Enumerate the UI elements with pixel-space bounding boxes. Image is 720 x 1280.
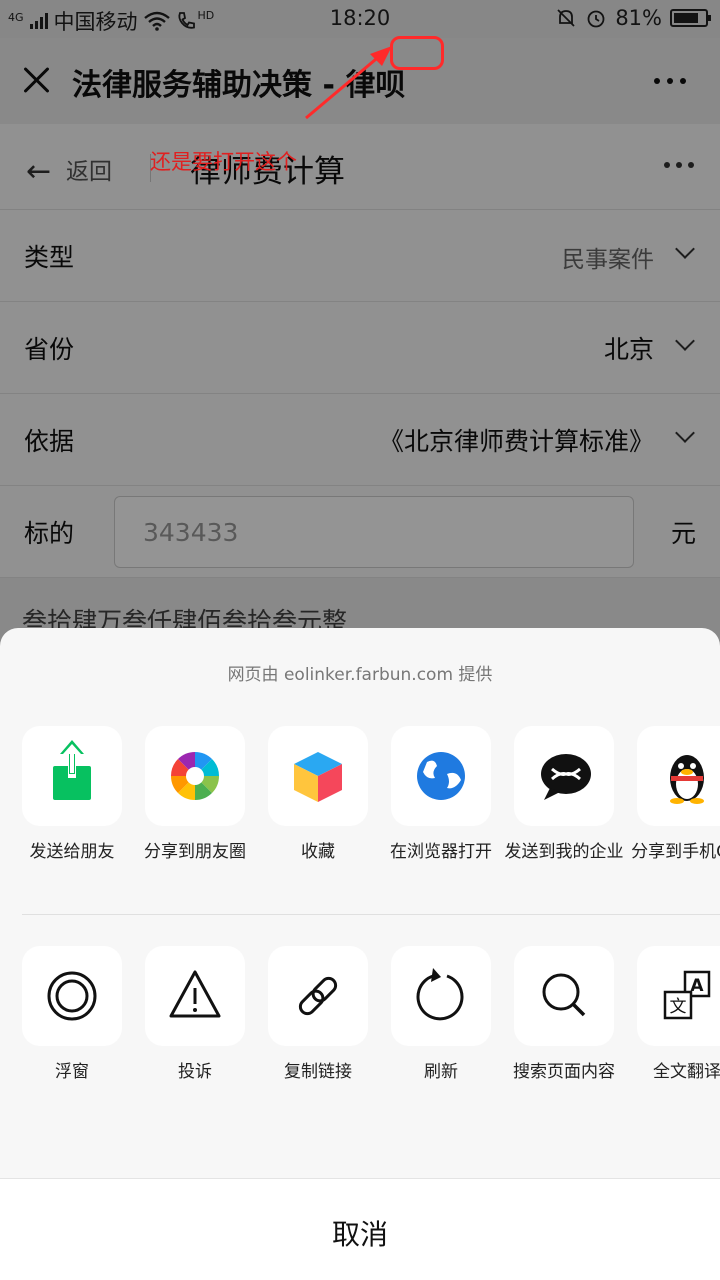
floating-window-icon[interactable] <box>22 946 122 1046</box>
warning-icon[interactable] <box>145 946 245 1046</box>
favorites-cube-icon[interactable] <box>268 726 368 826</box>
share-item-label: 复制链接 <box>284 1062 352 1082</box>
moments-icon[interactable] <box>145 726 245 826</box>
provider-text: 网页由 eolinker.farbun.com 提供 <box>227 665 493 685</box>
share-item-label: 搜索页面内容 <box>513 1062 615 1082</box>
share-item-label: 发送给朋友 <box>29 842 115 862</box>
translate-icon[interactable]: A文 <box>637 946 720 1046</box>
share-sheet: 网页由 eolinker.farbun.com 提供 发送给朋友 分享到朋友圈 … <box>0 628 720 1280</box>
share-item-translate[interactable]: A文 全文翻译 <box>635 946 720 1083</box>
share-item-send-to-friend[interactable]: 发送给朋友 <box>20 726 124 863</box>
cancel-button[interactable]: 取消 <box>0 1178 720 1280</box>
share-item-copy-link[interactable]: 复制链接 <box>266 946 370 1083</box>
share-item-label: 刷新 <box>424 1062 458 1082</box>
share-item-label: 分享到手机QQ <box>631 842 720 862</box>
send-to-friend-icon[interactable] <box>22 726 122 826</box>
search-icon[interactable] <box>514 946 614 1046</box>
share-item-floating-window[interactable]: 浮窗 <box>20 946 124 1083</box>
share-row-secondary: 浮窗 投诉 复制链接 刷新 搜索页面内容 A 文 全文翻译 <box>0 946 720 1146</box>
sheet-divider <box>22 914 720 915</box>
share-item-favorites[interactable]: 收藏 <box>266 726 370 863</box>
link-icon[interactable] <box>268 946 368 1046</box>
svg-text:文: 文 <box>670 997 687 1017</box>
share-item-qq[interactable]: 分享到手机QQ <box>631 726 720 863</box>
share-item-open-browser[interactable]: 在浏览器打开 <box>389 726 493 863</box>
share-item-refresh[interactable]: 刷新 <box>389 946 493 1083</box>
share-row-primary: 发送给朋友 分享到朋友圈 收藏 在浏览器打开 发送到我的企业 分享到手机 <box>0 726 720 926</box>
cancel-label: 取消 <box>331 1218 388 1251</box>
share-item-label: 分享到朋友圈 <box>144 842 246 862</box>
share-item-label: 浮窗 <box>55 1062 89 1082</box>
share-item-enterprise[interactable]: 发送到我的企业 <box>505 726 624 863</box>
annotation-text: 还是要打开这个 <box>150 150 297 174</box>
svg-text:A: A <box>690 976 704 996</box>
refresh-icon[interactable] <box>391 946 491 1046</box>
qq-penguin-icon[interactable] <box>637 726 720 826</box>
share-item-moments[interactable]: 分享到朋友圈 <box>143 726 247 863</box>
share-item-label: 在浏览器打开 <box>390 842 492 862</box>
share-item-search-page[interactable]: 搜索页面内容 <box>512 946 616 1083</box>
enterprise-chat-icon[interactable] <box>514 726 614 826</box>
browser-globe-icon[interactable] <box>391 726 491 826</box>
share-item-complain[interactable]: 投诉 <box>143 946 247 1083</box>
annotation-arrow-icon <box>305 46 392 120</box>
share-item-label: 全文翻译 <box>653 1062 720 1082</box>
share-item-label: 收藏 <box>301 842 335 862</box>
share-item-label: 投诉 <box>178 1062 212 1082</box>
share-item-label: 发送到我的企业 <box>504 842 624 862</box>
